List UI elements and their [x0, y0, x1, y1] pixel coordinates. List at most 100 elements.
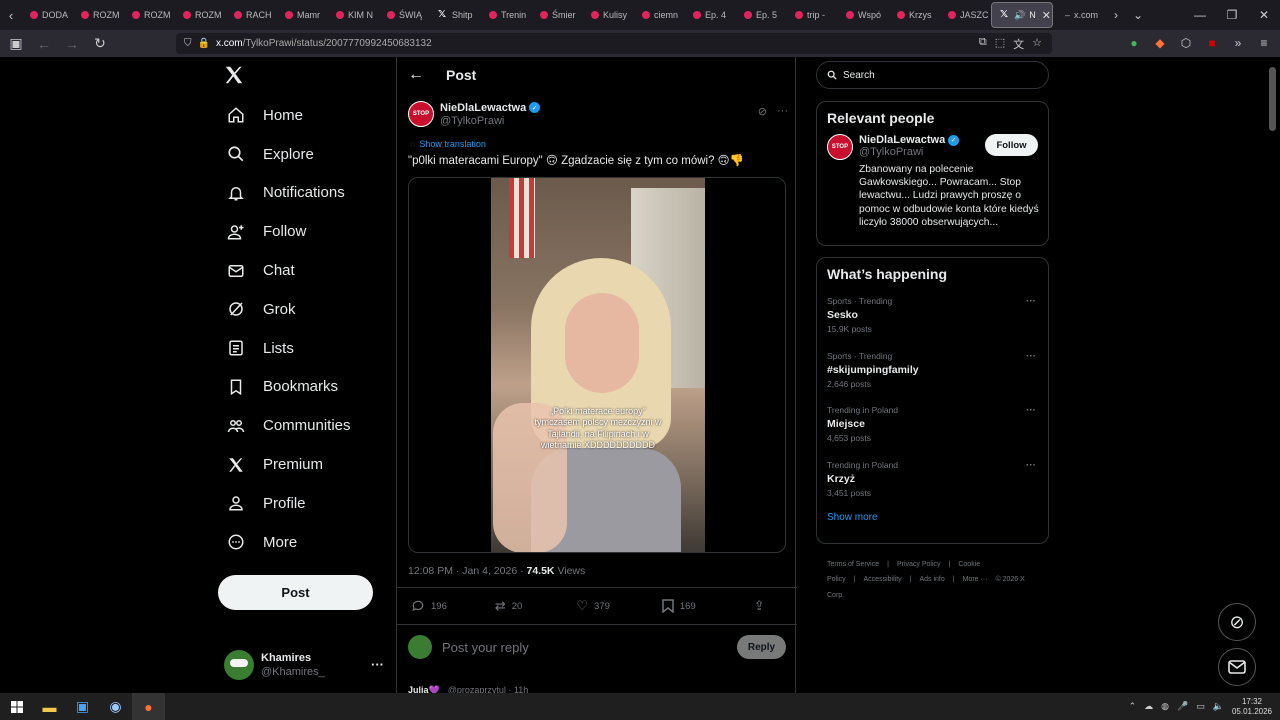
trend-item[interactable]: Trending in Poland Krzyż 3,451 posts ···	[817, 454, 1048, 509]
bookmark-action[interactable]: 169	[662, 599, 696, 613]
forward-button[interactable]: →	[60, 32, 84, 56]
tab-list-dropdown-button[interactable]: ⌄	[1127, 8, 1149, 22]
browser-tab[interactable]: Mamr	[277, 2, 328, 28]
browser-tab[interactable]: trip -	[787, 2, 838, 28]
browser-tab[interactable]: KIM N	[328, 2, 379, 28]
footer-link[interactable]: Accessibility	[864, 576, 902, 583]
browser-tab[interactable]: ROZM	[175, 2, 226, 28]
file-explorer-icon[interactable]: ▬	[33, 693, 66, 720]
browser-tab[interactable]: Śmier	[532, 2, 583, 28]
x-logo-icon[interactable]	[223, 64, 247, 88]
grok-icon[interactable]: ⊘	[758, 105, 767, 118]
sidebar-item-home[interactable]: Home	[218, 96, 351, 135]
screenshot-icon[interactable]: ⬚	[995, 36, 1005, 52]
post-button[interactable]: Post	[218, 575, 373, 610]
extensions-icon[interactable]: ⬡	[1178, 32, 1194, 54]
tab-scroll-left-button[interactable]: ‹	[0, 0, 22, 30]
back-button[interactable]: ←	[32, 32, 56, 56]
sidebar-item-premium[interactable]: Premium	[218, 445, 351, 484]
reply-input[interactable]: Post your reply	[442, 640, 529, 655]
star-icon[interactable]: ☆	[1032, 36, 1042, 52]
video-thumbnail[interactable]: „Polki materace europy" tymczasem polscy…	[491, 178, 705, 552]
tab-scroll-right-button[interactable]: ›	[1105, 8, 1127, 22]
back-arrow-icon[interactable]: ←	[408, 66, 424, 84]
show-translation-link[interactable]: ◌ Show translation	[410, 139, 486, 149]
sidebar-item-chat[interactable]: Chat	[218, 251, 351, 290]
start-button[interactable]	[0, 693, 33, 720]
repost-action[interactable]: ⇄ 20	[495, 598, 522, 614]
browser-tab[interactable]: ROZM	[73, 2, 124, 28]
volume-icon[interactable]: 🔈	[1213, 701, 1224, 712]
show-more-link[interactable]: Show more	[817, 508, 1048, 533]
hamburger-menu-icon[interactable]: ≡	[1256, 32, 1272, 54]
trend-item[interactable]: Sports · Trending Sesko 15.9K posts ···	[817, 290, 1048, 345]
share-action[interactable]: ⇪	[754, 598, 765, 614]
sidebar-item-bookmarks[interactable]: Bookmarks	[218, 368, 351, 407]
footer-link[interactable]: More ···	[963, 576, 988, 583]
sidebar-item-communities[interactable]: Communities	[218, 406, 351, 445]
follow-button[interactable]: Follow	[985, 134, 1038, 156]
author-avatar[interactable]: STOP	[408, 101, 434, 127]
search-input[interactable]: Search	[816, 61, 1049, 89]
person-name[interactable]: NieDlaLewactwa	[859, 134, 945, 146]
browser-tab[interactable]: RACH	[226, 2, 277, 28]
microphone-icon[interactable]: 🎤	[1177, 701, 1188, 712]
post-time[interactable]: 12:08 PM · Jan 4, 2026 ·	[408, 565, 526, 577]
ublock-icon[interactable]: ■	[1204, 32, 1220, 54]
picture-in-picture-icon[interactable]: ⧉	[979, 36, 987, 52]
speaker-icon[interactable]: 🔊	[1014, 10, 1025, 21]
app-icon[interactable]: ▣	[66, 693, 99, 720]
author-name[interactable]: NieDlaLewactwa	[440, 102, 526, 114]
more-dots-icon[interactable]: ···	[1026, 351, 1036, 362]
tab-xcom[interactable]: – x.com	[1053, 10, 1105, 20]
more-dots-icon[interactable]: ···	[1026, 296, 1036, 307]
trend-item[interactable]: Trending in Poland Miejsce 4,653 posts ···	[817, 399, 1048, 454]
lock-icon[interactable]: 🔒	[198, 38, 210, 49]
sidebar-item-more[interactable]: More	[218, 523, 351, 562]
sidebar-item-explore[interactable]: Explore	[218, 135, 351, 174]
reply-button[interactable]: Reply	[737, 635, 786, 659]
restore-icon[interactable]: ❐	[1216, 0, 1248, 30]
browser-tab[interactable]: JASZC	[940, 2, 991, 28]
tab-close-icon[interactable]: ✕	[1042, 9, 1051, 22]
cloud-icon[interactable]: ☁	[1144, 701, 1153, 712]
tab-active[interactable]: 𝕏 🔊 N ✕	[991, 2, 1053, 28]
footer-link[interactable]: Ads info	[919, 576, 944, 583]
more-dots-icon[interactable]: ···	[371, 657, 384, 672]
overflow-menu-icon[interactable]: »	[1230, 32, 1246, 54]
close-window-icon[interactable]: ✕	[1248, 0, 1280, 30]
sidebar-item-follow[interactable]: Follow	[218, 212, 351, 251]
url-bar[interactable]: ⛉ 🔒 x.com/TylkoPrawi/status/200777099245…	[176, 33, 1052, 54]
sidebar-toggle-icon[interactable]: ▣	[4, 32, 28, 56]
sidebar-item-profile[interactable]: Profile	[218, 484, 351, 523]
browser-tab[interactable]: Ep. 5	[736, 2, 787, 28]
person-avatar[interactable]: STOP	[827, 134, 853, 160]
chevron-up-icon[interactable]: ⌃	[1129, 701, 1137, 712]
reply-action[interactable]: 196	[411, 599, 447, 613]
browser-tab[interactable]: Trenin	[481, 2, 532, 28]
reply-item[interactable]: Julia💜 @prozaprzytul · 11h	[408, 685, 788, 693]
browser-tab[interactable]: ŚWIĄ	[379, 2, 430, 28]
fox-extension-icon[interactable]: ◆	[1152, 32, 1168, 54]
steam-icon[interactable]: ◉	[99, 693, 132, 720]
network-icon[interactable]: ◍	[1161, 701, 1169, 712]
browser-tab[interactable]: Kulisy	[583, 2, 634, 28]
footer-link[interactable]: Privacy Policy	[897, 561, 941, 568]
scrollbar[interactable]	[1269, 67, 1276, 131]
browser-tab[interactable]: ROZM	[124, 2, 175, 28]
grok-float-button[interactable]: ⊘	[1218, 603, 1256, 641]
sidebar-item-grok[interactable]: Grok	[218, 290, 351, 329]
author-handle[interactable]: @TylkoPrawi	[440, 115, 540, 127]
reload-button[interactable]: ↻	[88, 32, 112, 56]
browser-tab[interactable]: Krzys	[889, 2, 940, 28]
display-icon[interactable]: ▭	[1196, 701, 1205, 712]
shield-icon[interactable]: ⛉	[184, 38, 192, 49]
more-options-icon[interactable]: ···	[777, 105, 788, 118]
video-player[interactable]: „Polki materace europy" tymczasem polscy…	[408, 177, 786, 553]
relevant-person[interactable]: STOP NieDlaLewactwa ✓ @TylkoPrawi Zbanowa…	[817, 134, 1048, 229]
firefox-icon[interactable]: ●	[132, 693, 165, 720]
browser-tab[interactable]: Wspó	[838, 2, 889, 28]
like-action[interactable]: ♡ 379	[576, 598, 610, 614]
browser-tab[interactable]: 𝕏 Shitp	[430, 2, 481, 28]
browser-tab[interactable]: ciemn	[634, 2, 685, 28]
